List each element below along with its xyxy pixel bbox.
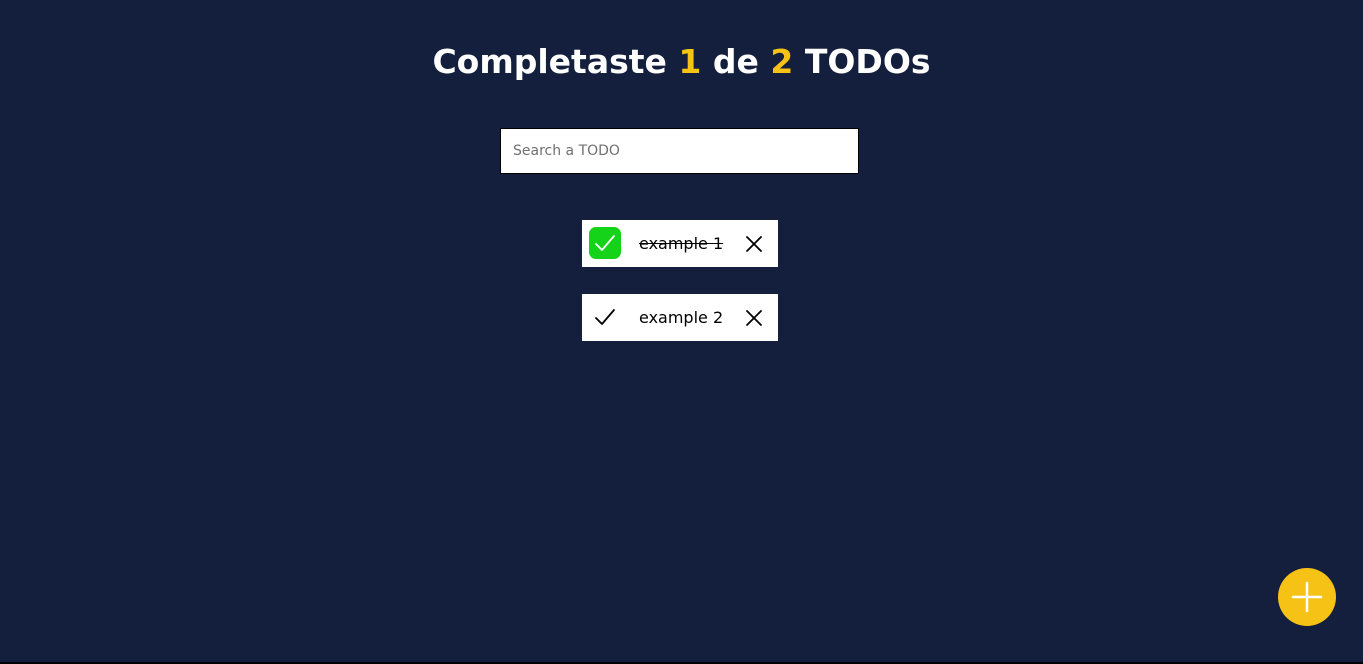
counter-suffix: TODOs bbox=[804, 42, 931, 81]
check-icon bbox=[595, 235, 615, 251]
close-icon bbox=[746, 236, 762, 252]
todo-text: example 2 bbox=[639, 308, 724, 327]
plus-icon bbox=[1291, 581, 1323, 613]
todo-item: example 1 bbox=[582, 220, 778, 267]
close-icon bbox=[746, 310, 762, 326]
search-input[interactable] bbox=[500, 128, 859, 174]
counter-prefix: Completaste bbox=[432, 42, 667, 81]
complete-toggle-button[interactable] bbox=[589, 301, 621, 333]
todo-text: example 1 bbox=[639, 234, 724, 253]
completed-count: 1 bbox=[678, 42, 702, 81]
todo-item: example 2 bbox=[582, 294, 778, 341]
check-icon bbox=[595, 309, 615, 325]
delete-todo-button[interactable] bbox=[743, 307, 765, 329]
add-todo-button[interactable] bbox=[1278, 568, 1336, 626]
todo-counter-title: Completaste 1 de 2 TODOs bbox=[0, 38, 1363, 86]
total-count: 2 bbox=[770, 42, 794, 81]
delete-todo-button[interactable] bbox=[743, 233, 765, 255]
counter-middle: de bbox=[712, 42, 759, 81]
complete-toggle-button[interactable] bbox=[589, 227, 621, 259]
